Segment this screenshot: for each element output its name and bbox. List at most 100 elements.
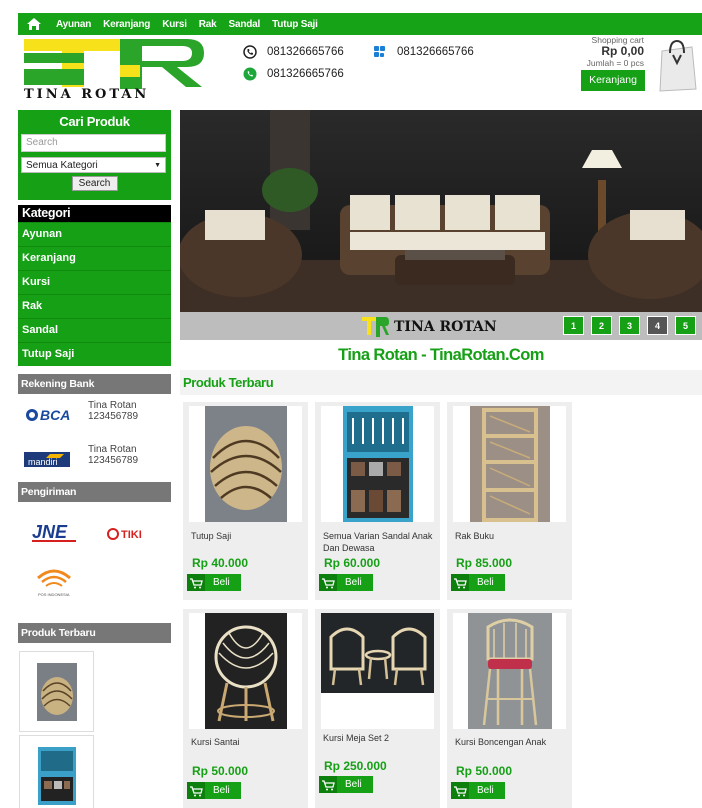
- buy-button[interactable]: Beli: [319, 574, 373, 591]
- tutup-saji-image: [204, 406, 287, 522]
- slider-pagination: 1 2 3 4 5: [556, 316, 696, 335]
- nav-item-tutup-saji[interactable]: Tutup Saji: [272, 19, 318, 30]
- nav-item-sandal[interactable]: Sandal: [229, 19, 261, 30]
- product-card[interactable]: Kursi Boncengan Anak Rp 50.000 Beli: [447, 609, 572, 808]
- cart-icon: [319, 574, 337, 591]
- rattan-furniture-banner-image: [180, 110, 702, 312]
- phone-contact-2: 081326665766: [373, 45, 474, 59]
- product-price: Rp 50.000: [192, 764, 249, 778]
- product-image[interactable]: [453, 613, 566, 729]
- product-card[interactable]: Rak Buku Rp 85.000 Beli: [447, 402, 572, 600]
- product-name[interactable]: Rak Buku: [455, 530, 565, 542]
- product-card[interactable]: Tutup Saji Rp 40.000 Beli: [183, 402, 308, 600]
- cart-icon: [319, 776, 337, 793]
- bank-account-bca: BCA Tina Rotan 123456789: [18, 394, 171, 438]
- category-select[interactable]: Semua Kategori ▼: [21, 157, 166, 173]
- hero-brand-text: TINA ROTAN: [394, 319, 497, 335]
- product-price: Rp 85.000: [456, 556, 513, 570]
- shopping-bag-icon[interactable]: [656, 39, 698, 93]
- product-image[interactable]: [321, 406, 434, 522]
- product-name[interactable]: Semua Varian Sandal Anak Dan Dewasa: [323, 530, 433, 554]
- mandiri-logo: mandiri: [24, 450, 74, 468]
- category-item-tutup-saji[interactable]: Tutup Saji: [18, 342, 171, 366]
- product-image[interactable]: [189, 406, 302, 522]
- cart-icon: [451, 574, 469, 591]
- shipping-carriers: JNE TIKI POS INDONESIA: [18, 502, 171, 623]
- product-name[interactable]: Kursi Meja Set 2: [323, 732, 433, 744]
- search-input[interactable]: Search: [21, 134, 166, 152]
- category-item-sandal[interactable]: Sandal: [18, 318, 171, 342]
- category-item-ayunan[interactable]: Ayunan: [18, 222, 171, 246]
- search-title: Cari Produk: [59, 114, 130, 129]
- product-card[interactable]: Semua Varian Sandal Anak Dan Dewasa Rp 6…: [315, 402, 440, 600]
- product-image[interactable]: [453, 406, 566, 522]
- buy-label: Beli: [477, 577, 494, 588]
- product-image[interactable]: [321, 613, 434, 729]
- sidebar-product-thumb[interactable]: [19, 735, 94, 808]
- buy-button[interactable]: Beli: [187, 782, 241, 799]
- cart-icon: [451, 782, 469, 799]
- nav-item-keranjang[interactable]: Keranjang: [103, 19, 150, 30]
- product-name[interactable]: Kursi Boncengan Anak: [455, 736, 565, 748]
- nav-item-ayunan[interactable]: Ayunan: [56, 19, 91, 30]
- page: Ayunan Keranjang Kursi Rak Sandal Tutup …: [18, 13, 702, 808]
- slide-button-2[interactable]: 2: [591, 316, 612, 335]
- category-select-value: Semua Kategori: [26, 159, 98, 171]
- buy-button[interactable]: Beli: [451, 782, 505, 799]
- category-item-keranjang[interactable]: Keranjang: [18, 246, 171, 270]
- buy-button[interactable]: Beli: [319, 776, 373, 793]
- jne-logo: JNE: [32, 522, 76, 542]
- bank-title: Rekening Bank: [18, 374, 171, 394]
- buy-label: Beli: [213, 577, 230, 588]
- site-logo[interactable]: TINA ROTAN: [22, 37, 208, 102]
- buy-button[interactable]: Beli: [451, 574, 505, 591]
- home-icon[interactable]: [26, 17, 42, 31]
- category-item-kursi[interactable]: Kursi: [18, 270, 171, 294]
- slide-button-5[interactable]: 5: [675, 316, 696, 335]
- bank-account-mandiri: mandiri Tina Rotan 123456789: [18, 438, 171, 482]
- product-name[interactable]: Tutup Saji: [191, 530, 301, 542]
- kursi-meja-set-image: [321, 613, 434, 693]
- product-name[interactable]: Kursi Santai: [191, 736, 301, 748]
- buy-button[interactable]: Beli: [187, 574, 241, 591]
- nav-item-rak[interactable]: Rak: [199, 19, 217, 30]
- buy-label: Beli: [477, 785, 494, 796]
- category-item-rak[interactable]: Rak: [18, 294, 171, 318]
- svg-text:BCA: BCA: [40, 407, 70, 423]
- product-price: Rp 50.000: [456, 764, 513, 778]
- hero-slider[interactable]: TINA ROTAN 1 2 3 4 5: [180, 110, 702, 340]
- sidebar-product-thumb[interactable]: [19, 651, 94, 732]
- cart-icon: [187, 782, 205, 799]
- product-image[interactable]: [189, 613, 302, 729]
- site-title: Tina Rotan - TinaRotan.Com: [338, 346, 544, 364]
- cart-total: Rp 0,00: [601, 44, 644, 58]
- tutup-saji-image: [36, 662, 77, 721]
- sidebar-products-title: Produk Terbaru: [18, 623, 171, 643]
- slide-button-1[interactable]: 1: [563, 316, 584, 335]
- sandal-image: [37, 746, 76, 805]
- logo-text: TINA ROTAN: [24, 87, 150, 102]
- sandal-image: [342, 406, 413, 522]
- search-button[interactable]: Search: [71, 176, 118, 191]
- bank-account-name: Tina Rotan: [88, 400, 137, 411]
- product-price: Rp 60.000: [324, 556, 381, 570]
- product-card[interactable]: Kursi Meja Set 2 Rp 250.000 Beli: [315, 609, 440, 808]
- bank-account-number: 123456789: [88, 411, 139, 422]
- nav-item-kursi[interactable]: Kursi: [162, 19, 187, 30]
- buy-label: Beli: [345, 779, 362, 790]
- product-card[interactable]: Kursi Santai Rp 50.000 Beli: [183, 609, 308, 808]
- cart-summary: Shopping cart Rp 0,00 Jumlah = 0 pcs: [587, 35, 644, 68]
- hero-caption-bar: TINA ROTAN 1 2 3 4 5: [180, 312, 702, 340]
- top-nav: Ayunan Keranjang Kursi Rak Sandal Tutup …: [18, 13, 702, 35]
- slide-button-4[interactable]: 4: [647, 316, 668, 335]
- shipping-title: Pengiriman: [18, 482, 171, 502]
- hero-brand-logo: [362, 317, 389, 337]
- cart-button[interactable]: Keranjang: [581, 70, 645, 91]
- buy-label: Beli: [345, 577, 362, 588]
- chevron-down-icon: ▼: [154, 161, 161, 169]
- whatsapp-number: 081326665766: [267, 68, 344, 80]
- search-panel: Cari Produk Search Semua Kategori ▼ Sear…: [18, 110, 171, 200]
- sidebar: Cari Produk Search Semua Kategori ▼ Sear…: [18, 110, 171, 808]
- product-price: Rp 40.000: [192, 556, 249, 570]
- slide-button-3[interactable]: 3: [619, 316, 640, 335]
